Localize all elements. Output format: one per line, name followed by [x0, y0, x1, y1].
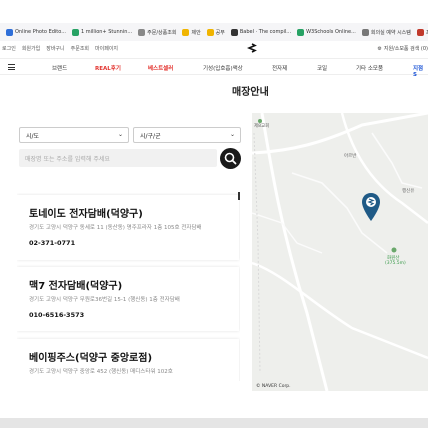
nav-item-coils[interactable]: 코일	[317, 64, 327, 72]
utility-right[interactable]: ⚙ 지원/소모품 검색 (0)	[377, 45, 428, 53]
bottom-bar	[0, 418, 428, 428]
store-address: 경기도 고양시 덕양구 동세로 11 (동산동) 명주프라자 1층 105호 전…	[29, 225, 202, 231]
store-name: 맥7 전자담배(덕양구)	[29, 281, 123, 292]
gear-icon: ⚙	[377, 45, 382, 52]
store-card[interactable]: 맥7 전자담배(덕양구) 경기도 고양시 덕양구 무원로36번길 15-1 (행…	[17, 267, 239, 331]
store-card[interactable]: 토네이도 전자담배(덕양구) 경기도 고양시 덕양구 동세로 11 (동산동) …	[17, 195, 239, 260]
map-label: 행신유	[402, 189, 415, 194]
bookmark-item[interactable]: 1 million+ Stunnin...	[72, 28, 133, 36]
utility-link[interactable]: 주문조회	[71, 45, 89, 52]
map-label: 제8교회	[254, 124, 270, 129]
bookmark-favicon-icon	[206, 28, 214, 36]
map-credit: © NAVER Corp.	[256, 384, 291, 389]
menu-icon[interactable]	[8, 64, 15, 70]
bookmark-label: 회의실 예약 시스템	[370, 29, 411, 36]
map-label: 아르반	[344, 154, 357, 159]
region-select[interactable]: 시/도 ⌄	[19, 127, 129, 143]
bookmark-favicon-icon	[230, 28, 238, 36]
district-select[interactable]: 시/구/군 ⌄	[133, 127, 241, 143]
map-label: (375.5m)	[385, 261, 406, 266]
search-placeholder: 매장명 또는 주소를 입력해 주세요	[25, 155, 110, 163]
search-button[interactable]	[220, 148, 241, 169]
search-icon	[224, 152, 237, 165]
store-phone: 02-371-0771	[29, 239, 76, 247]
nav-item-brand[interactable]: 브랜드	[52, 64, 67, 72]
bookmark-label: 1 million+ Stunnin...	[81, 29, 133, 35]
bookmark-item[interactable]: W3Schools Online...	[297, 28, 356, 36]
bookmark-item[interactable]: 공부	[206, 28, 225, 36]
bookmark-favicon-icon	[138, 28, 146, 36]
page-title: 매장안내	[232, 87, 269, 98]
chevron-down-icon: ⌄	[229, 131, 235, 138]
utility-link[interactable]: 로그인	[2, 45, 16, 52]
map-pin-icon[interactable]	[361, 192, 381, 222]
store-name: 토네이도 전자담배(덕양구)	[29, 209, 143, 220]
nav-item-liquids[interactable]: 기성(입호흡)액상	[203, 64, 243, 72]
store-card[interactable]: 베이핑주스(덕양구 중앙로점) 경기도 고양시 덕양구 중앙로 452 (행신동…	[17, 339, 239, 381]
bookmarks-bar: Online Photo Edito... 1 million+ Stunnin.…	[0, 23, 428, 41]
utility-bar: 로그인 회원가입 장바구니 주문조회 마이페이지 ⚙ 지원/소모품 검색 (0)	[0, 41, 428, 55]
store-address: 경기도 고양시 덕양구 중앙로 452 (행신동) 매디스타워 102호	[29, 369, 173, 375]
utility-right-text: 지원/소모품 검색 (0)	[383, 46, 428, 52]
store-address: 경기도 고양시 덕양구 무원로36번길 15-1 (행신동) 1층 전자담배	[29, 297, 180, 303]
bookmark-favicon-icon	[182, 28, 190, 36]
bookmark-label: 주문/상품조회	[147, 29, 177, 36]
bookmark-item[interactable]: 주문/상품조회	[138, 28, 177, 36]
nav-item-devices[interactable]: 전자제	[272, 64, 287, 72]
browser-top	[0, 0, 428, 23]
store-map[interactable]: 제8교회 아르반 행신유 화원산 (375.5m)	[252, 113, 428, 391]
bookmark-item[interactable]: 제안	[182, 28, 201, 36]
store-phone: 010-6516-3573	[29, 311, 85, 319]
search-input[interactable]: 매장명 또는 주소를 입력해 주세요	[19, 149, 217, 167]
nav-item-bestseller[interactable]: 베스트셀러	[148, 64, 173, 72]
bookmark-item[interactable]: Babel · The compil...	[230, 28, 292, 36]
store-list[interactable]: 토네이도 전자담배(덕양구) 경기도 고양시 덕양구 동세로 11 (동산동) …	[17, 193, 240, 381]
bookmark-favicon-icon	[416, 28, 424, 36]
nav-item-consumables[interactable]: 기타 소모품	[356, 64, 383, 72]
nav-item-stores[interactable]: 지점 S	[413, 64, 428, 78]
map-roads	[252, 113, 428, 391]
bookmark-item[interactable]: 포트폴리오	[416, 28, 428, 36]
bookmark-label: 공부	[215, 29, 225, 36]
bookmark-item[interactable]: 회의실 예약 시스템	[361, 28, 411, 36]
list-scrollbar[interactable]	[238, 192, 240, 200]
store-name: 베이핑주스(덕양구 중앙로점)	[29, 353, 153, 364]
bookmark-label: Babel · The compil...	[239, 29, 292, 35]
bookmark-favicon-icon	[361, 28, 369, 36]
utility-link[interactable]: 마이페이지	[95, 45, 118, 52]
utility-link[interactable]: 장바구니	[46, 45, 64, 52]
main-nav: 브랜드 REAL후기 베스트셀러 기성(입호흡)액상 전자제 코일 기타 소모품…	[0, 58, 428, 78]
district-select-value: 시/구/군	[140, 132, 161, 140]
bookmark-label: W3Schools Online...	[306, 29, 356, 35]
utility-links: 로그인 회원가입 장바구니 주문조회 마이페이지	[0, 45, 118, 52]
chevron-down-icon: ⌄	[117, 131, 123, 138]
bookmark-item[interactable]: Online Photo Edito...	[6, 28, 66, 36]
bookmark-favicon-icon	[72, 28, 79, 36]
brand-logo[interactable]	[247, 43, 257, 53]
bookmark-label: 제안	[191, 29, 201, 36]
bookmark-favicon-icon	[6, 28, 13, 36]
bookmark-label: Online Photo Edito...	[15, 29, 66, 35]
nav-item-real-reviews[interactable]: REAL후기	[95, 64, 121, 72]
bookmark-favicon-icon	[297, 28, 305, 36]
utility-link[interactable]: 회원가입	[22, 45, 40, 52]
region-select-value: 시/도	[26, 132, 40, 140]
